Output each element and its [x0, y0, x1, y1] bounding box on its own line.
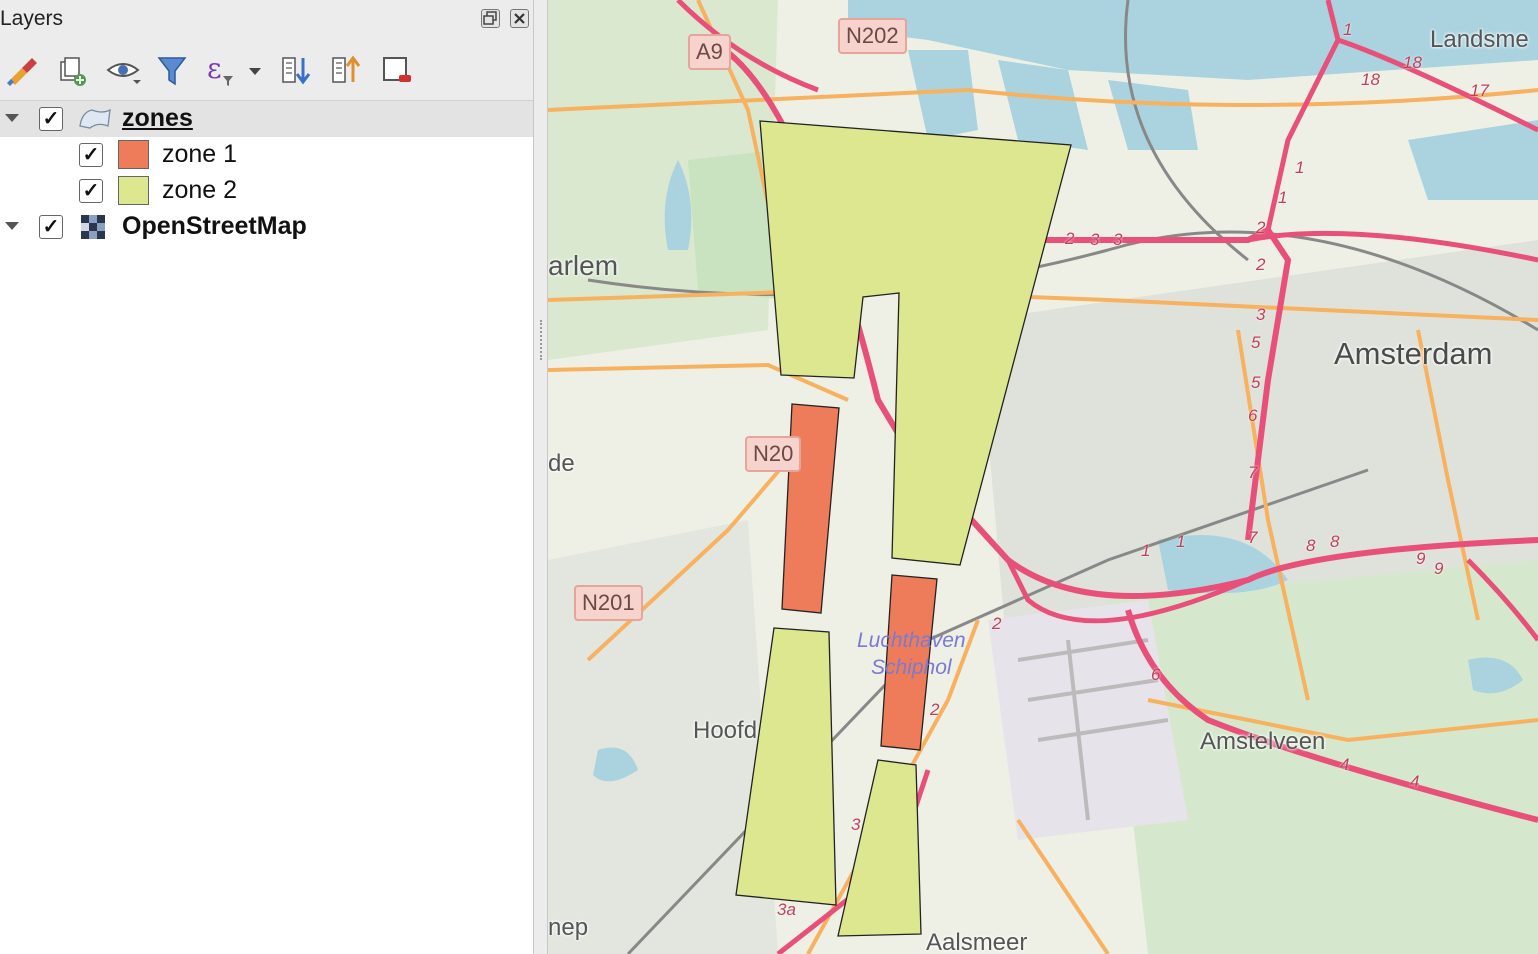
expand-arrow-icon[interactable]: [5, 114, 19, 122]
expression-filter-icon: ε: [207, 52, 233, 86]
route-number: 7: [1248, 463, 1258, 482]
remove-layer-icon: [383, 57, 411, 82]
route-number: 3: [1113, 230, 1123, 249]
zone-1-color-swatch: [118, 140, 149, 169]
route-number: 4: [1340, 755, 1350, 774]
legend-row-zone-1[interactable]: ✓ zone 1: [0, 137, 533, 173]
layers-toolbar: ε: [0, 40, 533, 101]
airport-label-line1: Luchthaven: [857, 629, 966, 652]
route-number: 2: [1256, 218, 1266, 237]
style-manager-icon: [7, 58, 37, 86]
place-label-haarlem: arlem: [548, 250, 619, 281]
visibility-button[interactable]: [103, 50, 143, 90]
layer-row-zones[interactable]: ✓ zones: [0, 101, 533, 137]
road-shield-a9: A9: [688, 34, 731, 70]
airport-label-line2: Schiphol: [871, 656, 952, 679]
visibility-eye-icon: [106, 63, 141, 84]
basemap: [548, 0, 1538, 954]
route-number: 18: [1403, 53, 1422, 72]
float-icon: [483, 11, 497, 25]
route-number: 2: [992, 614, 1002, 633]
road-shield-n20x: N20: [745, 436, 802, 472]
remove-layer-button[interactable]: [377, 50, 417, 90]
add-group-icon: [60, 57, 86, 86]
expand-arrow-icon[interactable]: [5, 222, 19, 230]
zone-1-checkbox[interactable]: ✓: [79, 143, 103, 167]
collapse-all-button[interactable]: [327, 50, 367, 90]
expression-filter-button[interactable]: ε: [203, 50, 243, 90]
style-manager-button[interactable]: [2, 50, 42, 90]
route-number: 1: [1343, 20, 1353, 39]
zone-2-color-swatch: [118, 176, 149, 205]
place-label-heemstede: de: [548, 450, 575, 477]
route-number: 6: [1248, 406, 1258, 425]
road-shield-n202: N202: [838, 18, 907, 54]
route-number: 3: [1090, 230, 1100, 249]
route-number: 1: [1176, 532, 1186, 551]
zone-2-checkbox[interactable]: ✓: [79, 179, 103, 203]
route-number: 2: [1065, 229, 1075, 248]
route-number: 6: [1151, 665, 1161, 684]
raster-layer-icon: [81, 215, 107, 246]
openstreetmap-visibility-checkbox[interactable]: ✓: [39, 215, 63, 239]
place-label-aalsmeer: Aalsmeer: [926, 929, 1028, 954]
route-number: 3: [1256, 305, 1266, 324]
panel-title: Layers: [0, 7, 64, 30]
place-label-hoofddorp: Hoofd: [693, 717, 758, 744]
route-number: 8: [1306, 536, 1316, 555]
route-number: 3a: [777, 900, 796, 919]
chevron-down-icon: [249, 68, 261, 75]
route-number: 5: [1251, 333, 1261, 352]
route-number: 3: [851, 815, 861, 834]
place-label-amsterdam: Amsterdam: [1334, 336, 1493, 371]
close-icon: [514, 13, 525, 24]
route-number: 2: [1256, 255, 1266, 274]
expression-filter-dropdown[interactable]: [243, 50, 267, 90]
route-number: 9: [1434, 559, 1444, 578]
float-panel-button[interactable]: [481, 9, 500, 28]
place-label-nieuw-vennep: nep: [548, 914, 589, 941]
route-number: 1: [1141, 541, 1151, 560]
route-number: 4: [1410, 772, 1420, 791]
place-label-amstelveen: Amstelveen: [1200, 728, 1326, 755]
layers-panel: Layers ε ✓ zones ✓ zone 1 ✓ zone 2 ✓ Ope…: [0, 0, 534, 954]
route-number: 2: [930, 700, 940, 719]
expand-all-icon: [282, 57, 311, 85]
layer-label-zones: zones: [122, 104, 193, 132]
add-group-button[interactable]: [52, 50, 92, 90]
filter-button[interactable]: [152, 50, 192, 90]
route-number: 1: [1278, 188, 1288, 207]
legend-label-zone-2: zone 2: [162, 176, 238, 204]
route-number: 1: [1295, 158, 1305, 177]
layer-label-openstreetmap: OpenStreetMap: [122, 212, 307, 240]
route-number: 17: [1470, 81, 1489, 100]
route-number: 7: [1248, 528, 1258, 547]
route-number: 5: [1251, 373, 1261, 392]
route-number: 9: [1416, 549, 1426, 568]
collapse-all-icon: [332, 55, 361, 83]
polygon-layer-icon: [78, 106, 112, 137]
close-panel-button[interactable]: [510, 9, 529, 28]
svg-text:ε: ε: [207, 52, 222, 85]
panel-splitter[interactable]: [534, 0, 548, 954]
legend-label-zone-1: zone 1: [162, 140, 238, 168]
splitter-grip-icon[interactable]: [540, 320, 544, 360]
zones-visibility-checkbox[interactable]: ✓: [39, 107, 63, 131]
route-number: 8: [1330, 532, 1340, 551]
road-shield-n201: N201: [574, 585, 643, 621]
expand-all-button[interactable]: [277, 50, 317, 90]
map-canvas[interactable]: A9 N202 N20 N201 Landsme arlem Amsterdam…: [548, 0, 1538, 954]
filter-icon: [157, 57, 187, 86]
route-number: 18: [1361, 70, 1380, 89]
legend-row-zone-2[interactable]: ✓ zone 2: [0, 173, 533, 209]
panel-title-bar: Layers: [0, 0, 533, 40]
layer-row-openstreetmap[interactable]: ✓ OpenStreetMap: [0, 209, 533, 245]
place-label-landsmeer: Landsme: [1430, 26, 1529, 53]
